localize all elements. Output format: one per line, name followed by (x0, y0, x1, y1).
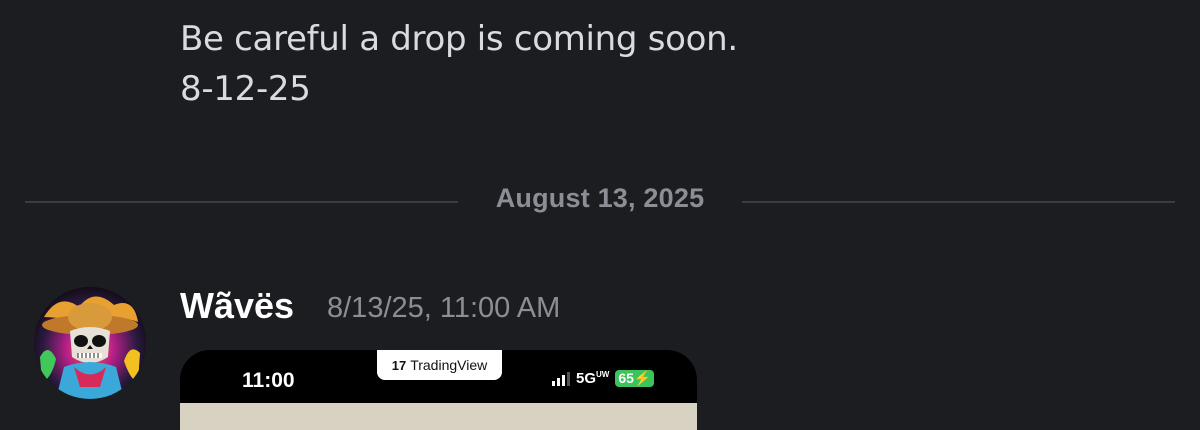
avatar[interactable] (34, 287, 146, 399)
phone-status-icons: 5GUW 65⚡ (552, 370, 655, 387)
previous-message-text: Be careful a drop is coming soon. 8-12-2… (180, 14, 738, 114)
date-divider-label: August 13, 2025 (495, 183, 705, 213)
divider-line-left (25, 201, 458, 203)
message-line: 8-12-25 (180, 69, 311, 109)
skull-cowboy-avatar-icon (34, 287, 146, 399)
image-attachment[interactable]: 11:00 17 TradingView 5GUW 65⚡ (180, 350, 697, 430)
divider-line-right (742, 201, 1175, 203)
battery-indicator: 65⚡ (615, 370, 655, 387)
tradingview-logo-icon: 17 (391, 357, 407, 373)
phone-status-time: 11:00 (242, 369, 295, 392)
message-line: Be careful a drop is coming soon. (180, 19, 738, 59)
date-divider: August 13, 2025 (25, 181, 1175, 223)
message-author[interactable]: Wãvës (180, 285, 294, 327)
tradingview-label: TradingView (410, 357, 488, 373)
network-label: 5GUW (576, 370, 610, 387)
tradingview-badge: 17 TradingView (377, 350, 502, 380)
screenshot-content (180, 403, 697, 430)
signal-bars-icon (552, 371, 570, 386)
message-timestamp: 8/13/25, 11:00 AM (327, 292, 561, 324)
